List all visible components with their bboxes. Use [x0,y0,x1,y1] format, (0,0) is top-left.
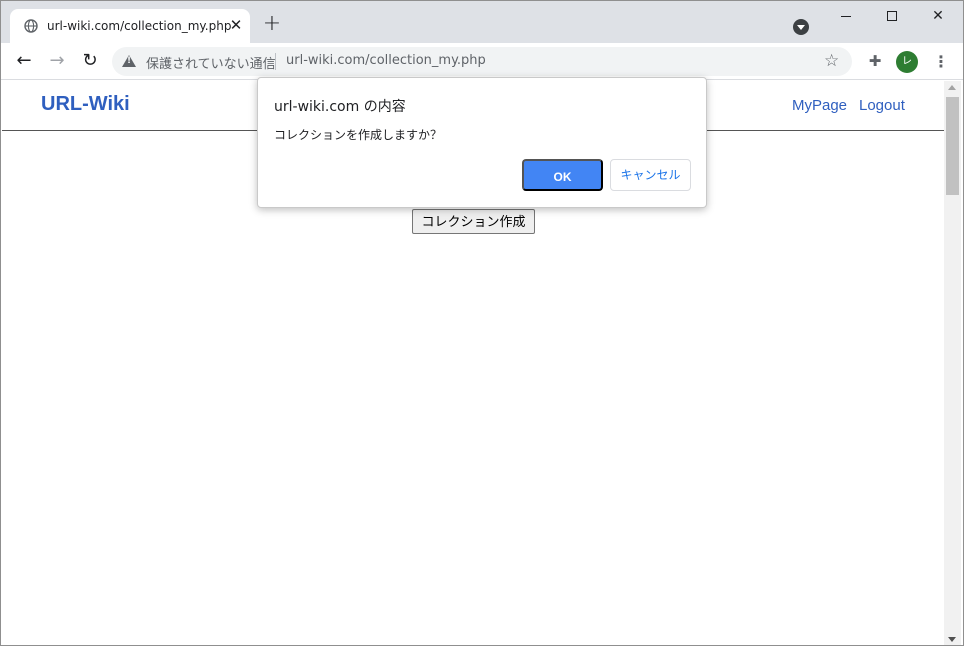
security-label[interactable]: 保護されていない通信 [146,53,276,72]
globe-icon [24,19,38,33]
nav-link-mypage[interactable]: MyPage [792,97,847,114]
confirm-dialog: url-wiki.com の内容 コレクションを作成しますか？ OK キャンセル [257,77,707,208]
site-logo[interactable]: URL-Wiki [41,93,130,116]
maximize-icon [887,11,897,21]
vertical-scrollbar[interactable] [944,81,961,645]
dialog-title: url-wiki.com の内容 [274,99,406,115]
close-icon[interactable]: ✕ [228,16,244,34]
maximize-button[interactable] [869,5,915,27]
star-icon[interactable]: ☆ [824,51,839,71]
scroll-up-arrow-icon[interactable] [948,85,956,90]
scroll-thumb[interactable] [946,97,959,195]
minimize-icon [841,15,851,17]
back-arrow-icon[interactable]: ← [14,51,34,71]
dialog-message: コレクションを作成しますか？ [274,128,443,142]
create-collection-button[interactable]: コレクション作成 [412,209,535,234]
kebab-menu-icon[interactable]: ⋮ [933,52,949,72]
nav-link-logout[interactable]: Logout [859,97,905,114]
ok-button[interactable]: OK [522,159,603,191]
minimize-button[interactable] [823,5,869,27]
extensions-icon[interactable]: ✚ [866,52,884,70]
tab-search-icon[interactable] [793,19,809,35]
avatar[interactable]: レ [896,51,918,73]
browser-window: url-wiki.com/collection_my.php ✕ + ✕ ← →… [0,0,964,646]
plus-icon[interactable]: + [262,13,282,35]
forward-arrow-icon[interactable]: → [47,51,67,71]
cancel-button[interactable]: キャンセル [610,159,691,191]
omnibox-separator [275,53,276,70]
url-text[interactable]: url-wiki.com/collection_my.php [286,53,486,68]
warning-icon[interactable] [122,55,136,67]
browser-toolbar: ← → ↻ 保護されていない通信 url-wiki.com/collection… [1,43,963,80]
scroll-down-arrow-icon[interactable] [948,637,956,642]
tab-strip: url-wiki.com/collection_my.php ✕ + ✕ [1,1,963,43]
active-tab[interactable]: url-wiki.com/collection_my.php ✕ [10,9,250,43]
reload-icon[interactable]: ↻ [80,51,100,71]
tab-title: url-wiki.com/collection_my.php [47,19,232,33]
window-close-button[interactable]: ✕ [915,5,961,27]
address-bar[interactable]: 保護されていない通信 url-wiki.com/collection_my.ph… [112,47,852,76]
